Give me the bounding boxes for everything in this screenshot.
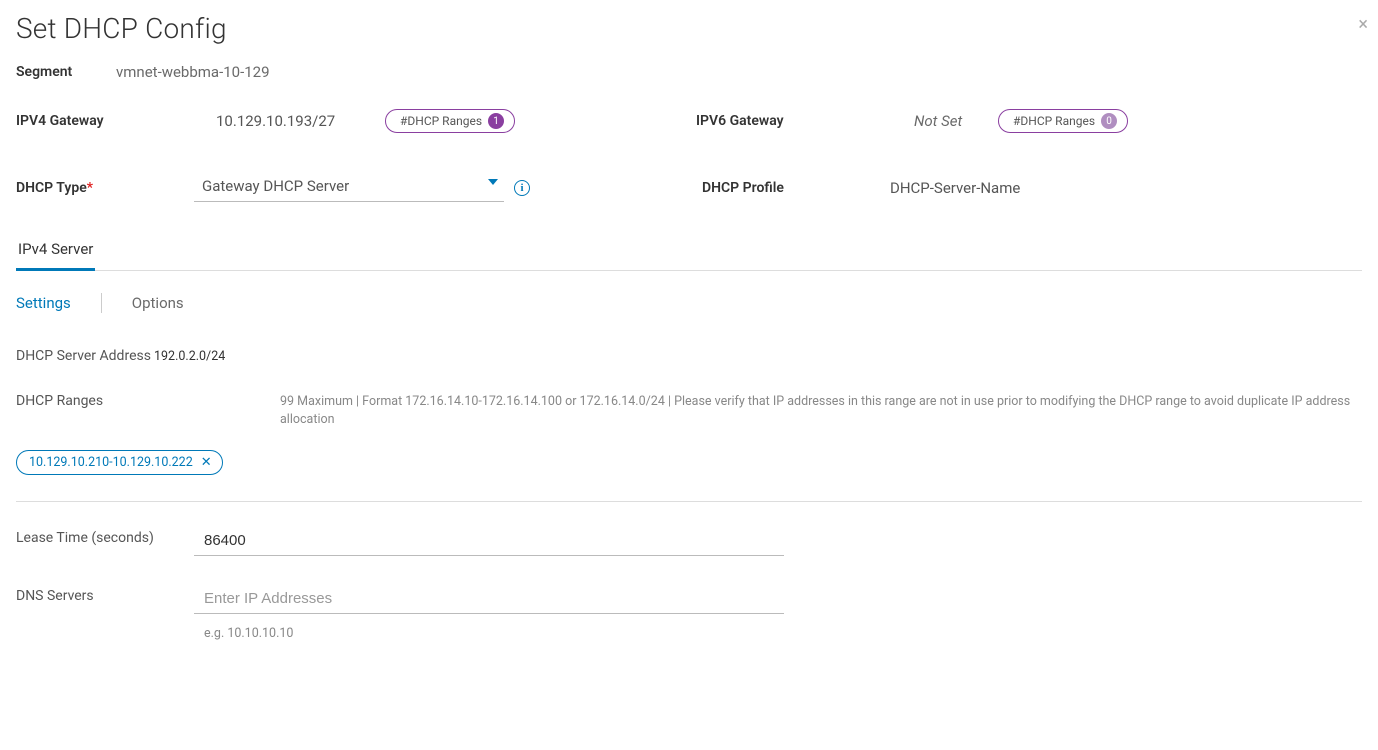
primary-tabs: IPv4 Server: [16, 232, 1362, 271]
ipv4-badge-count: 1: [488, 113, 504, 129]
segment-label: Segment: [16, 64, 116, 80]
lease-time-input[interactable]: [194, 528, 784, 556]
tab-ipv4-server[interactable]: IPv4 Server: [16, 232, 95, 271]
chevron-down-icon: [488, 179, 498, 185]
ipv6-gateway-value: Not Set: [914, 112, 984, 130]
dhcp-type-label: DHCP Type*: [16, 180, 194, 196]
divider: [16, 501, 1362, 502]
ipv4-dhcp-ranges-badge[interactable]: #DHCP Ranges 1: [385, 109, 515, 133]
tab-options[interactable]: Options: [132, 294, 184, 312]
dhcp-type-select[interactable]: Gateway DHCP Server: [194, 173, 504, 202]
close-icon[interactable]: ×: [1358, 14, 1368, 35]
dhcp-ranges-hint: 99 Maximum | Format 172.16.14.10-172.16.…: [280, 393, 1362, 431]
ipv6-badge-label: #DHCP Ranges: [1013, 114, 1095, 128]
ipv6-gateway-label: IPV6 Gateway: [696, 113, 914, 129]
dns-servers-hint: e.g. 10.10.10.10: [204, 626, 784, 641]
info-icon[interactable]: i: [514, 180, 530, 196]
dns-servers-label: DNS Servers: [16, 586, 194, 607]
dhcp-profile-label: DHCP Profile: [702, 180, 890, 196]
dhcp-server-address-label: DHCP Server Address: [16, 347, 154, 367]
ipv4-gateway-value: 10.129.10.193/27: [216, 112, 371, 130]
ipv6-badge-count: 0: [1101, 113, 1117, 129]
ipv4-gateway-label: IPV4 Gateway: [16, 113, 216, 129]
dhcp-range-chip-text: 10.129.10.210-10.129.10.222: [29, 455, 193, 470]
dhcp-ranges-label: DHCP Ranges: [16, 393, 280, 409]
segment-value: vmnet-webbma-10-129: [116, 63, 270, 81]
close-icon[interactable]: ✕: [201, 455, 212, 470]
dhcp-profile-value: DHCP-Server-Name: [890, 179, 1020, 197]
dns-servers-input[interactable]: [194, 586, 784, 614]
ipv6-dhcp-ranges-badge[interactable]: #DHCP Ranges 0: [998, 109, 1128, 133]
dhcp-server-address-value: 192.0.2.0/24: [154, 347, 225, 364]
tab-settings[interactable]: Settings: [16, 294, 71, 312]
tab-divider: [101, 293, 102, 313]
required-asterisk: *: [87, 180, 93, 196]
dhcp-type-select-value: Gateway DHCP Server: [202, 177, 349, 195]
page-title: Set DHCP Config: [16, 12, 1362, 45]
secondary-tabs: Settings Options: [16, 293, 1362, 313]
lease-time-label: Lease Time (seconds): [16, 528, 194, 549]
ipv4-badge-label: #DHCP Ranges: [400, 114, 482, 128]
dhcp-ranges-chip-row: 10.129.10.210-10.129.10.222 ✕: [16, 450, 1362, 495]
dhcp-range-chip[interactable]: 10.129.10.210-10.129.10.222 ✕: [16, 450, 223, 475]
